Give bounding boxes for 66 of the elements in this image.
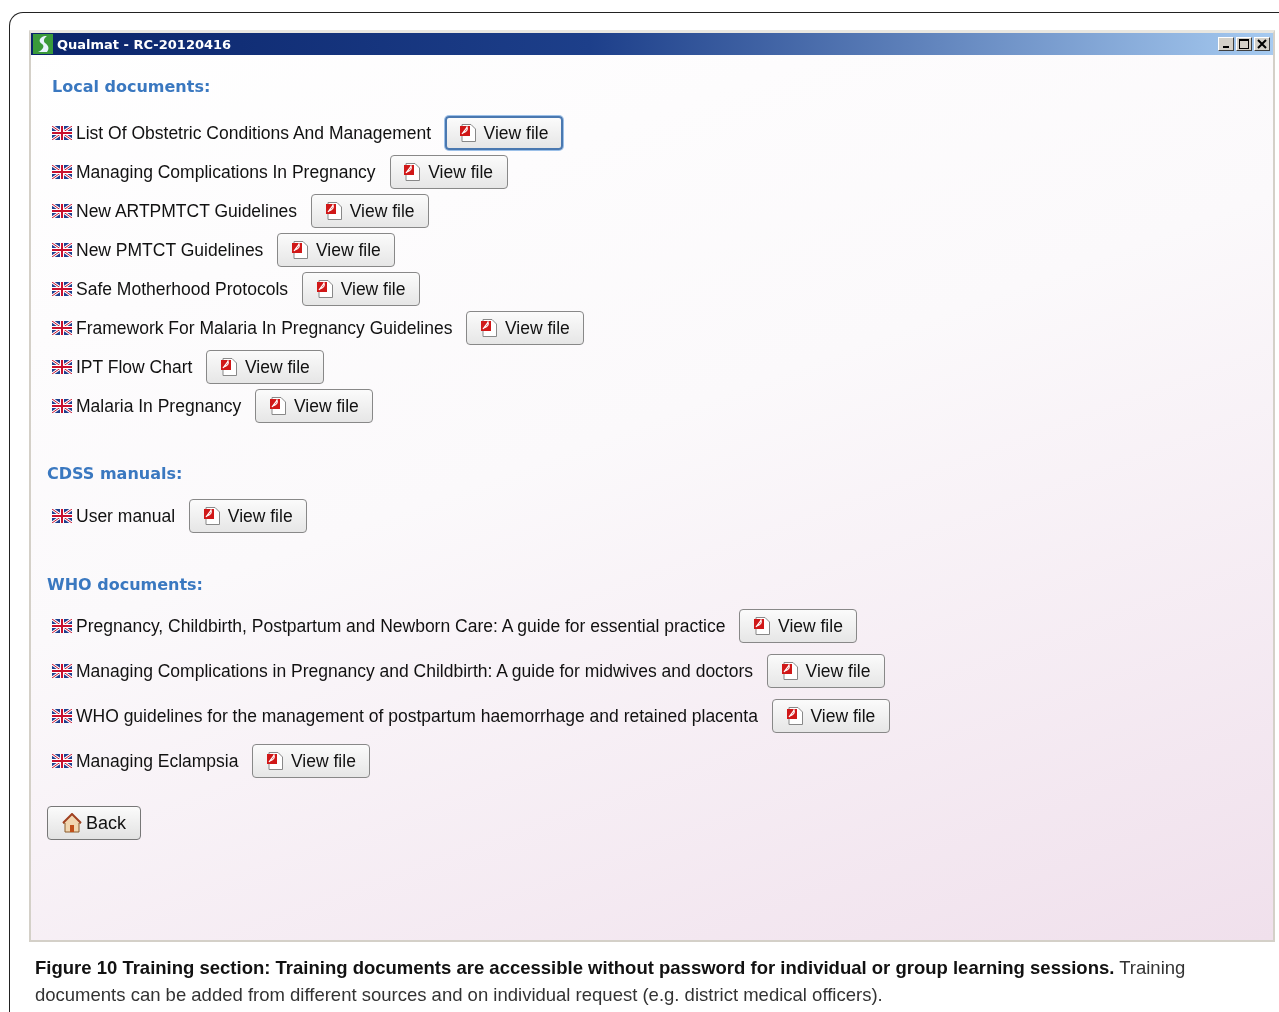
flag-icon [52, 664, 72, 678]
view-file-button[interactable]: View file [206, 350, 325, 384]
pdf-icon [316, 280, 333, 298]
view-file-button[interactable]: View file [739, 609, 858, 643]
document-title: WHO guidelines for the management of postpartum haemorrhage and retained placenta [76, 705, 758, 727]
pdf-icon [459, 124, 476, 142]
close-icon [1257, 39, 1267, 49]
minimize-icon [1223, 46, 1229, 48]
pdf-icon [754, 617, 771, 635]
section-heading: WHO documents: [47, 575, 204, 594]
flag-icon [52, 321, 72, 335]
view-file-button[interactable]: View file [767, 654, 886, 688]
view-file-button[interactable]: View file [252, 744, 371, 778]
view-file-button[interactable]: View file [771, 699, 890, 733]
pdf-icon [203, 507, 220, 525]
pdf-icon [291, 241, 308, 259]
flag-icon [52, 126, 72, 140]
back-button[interactable]: Back [47, 806, 141, 840]
document-title: New ARTPMTCT Guidelines [76, 200, 298, 222]
document-title: New PMTCT Guidelines [76, 239, 264, 261]
document-title: Pregnancy, Childbirth, Postpartum and Newborn Care: A guide for essential practice [76, 615, 726, 637]
document-title: Framework For Malaria In Pregnancy Guidelines [76, 317, 453, 339]
document-title: Managing Complications in Pregnancy and Childbirth: A guide for midwives and doctors [76, 660, 754, 682]
view-file-button[interactable]: View file [255, 389, 374, 423]
maximize-icon [1239, 39, 1249, 49]
flag-icon [52, 619, 72, 633]
pdf-icon [781, 662, 798, 680]
pdf-icon [786, 707, 803, 725]
view-file-button[interactable]: View file [466, 311, 585, 345]
flag-icon [52, 360, 72, 374]
pdf-icon [267, 752, 283, 770]
minimize-button[interactable] [1218, 37, 1234, 51]
document-title: Safe Motherhood Protocols [76, 278, 289, 300]
close-button[interactable] [1254, 37, 1270, 51]
document-title: List Of Obstetric Conditions And Management [76, 122, 432, 144]
view-file-button[interactable]: View file [311, 194, 430, 228]
flag-icon [52, 204, 72, 218]
pdf-icon [480, 319, 497, 337]
view-file-button[interactable]: View file [277, 233, 396, 267]
pdf-icon [269, 397, 286, 415]
flag-icon [52, 243, 72, 257]
document-title: User manual [76, 505, 176, 527]
view-file-button[interactable]: View file [302, 272, 421, 306]
pdf-icon [404, 163, 421, 181]
document-title: Managing Eclampsia [76, 750, 239, 772]
app-icon [33, 34, 53, 54]
figure-caption: Figure 10 Training section: Training documents are accessible without password for individual or group learning sessions. Training documents can be added from different sources and on individual request (e.g. district medical officers). [35, 956, 1187, 1007]
view-file-button[interactable]: View file [389, 155, 508, 189]
view-file-button[interactable]: View file [445, 116, 564, 150]
house-icon [62, 813, 82, 833]
section-heading: Local documents: [52, 77, 212, 96]
flag-icon [52, 282, 72, 296]
document-title: Malaria In Pregnancy [76, 395, 242, 417]
pdf-icon [325, 202, 342, 220]
flag-icon [52, 754, 72, 768]
view-file-button[interactable]: View file [189, 499, 308, 533]
pdf-icon [220, 358, 237, 376]
flag-icon [52, 165, 72, 179]
window-title: Qualmat - RC-20120416 [57, 36, 232, 52]
document-title: IPT Flow Chart [76, 356, 193, 378]
flag-icon [52, 399, 72, 413]
document-title: Managing Complications In Pregnancy [76, 161, 376, 183]
flag-icon [52, 509, 72, 523]
maximize-button[interactable] [1236, 37, 1252, 51]
flag-icon [52, 709, 72, 723]
section-heading: CDSS manuals: [47, 464, 184, 483]
